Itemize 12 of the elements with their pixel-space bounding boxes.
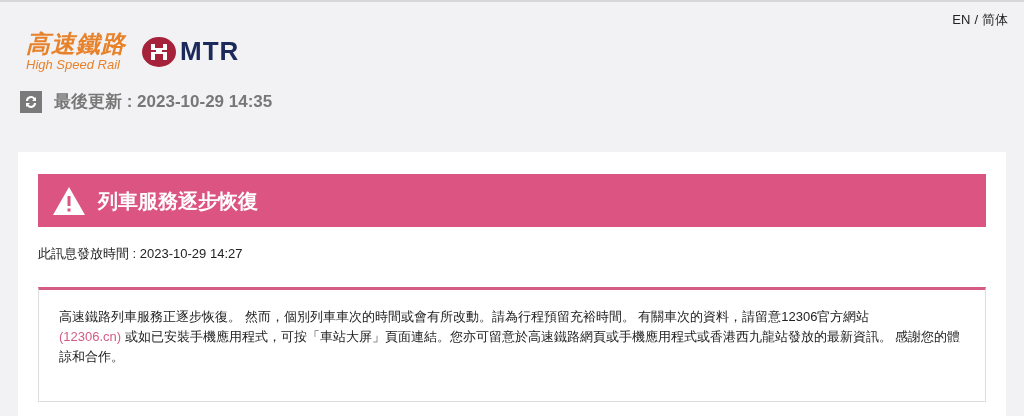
high-speed-rail-logo: 高速鐵路 High Speed Rail [26, 32, 126, 71]
website-link[interactable]: (12306.cn) [59, 328, 122, 344]
separator: / [974, 11, 978, 29]
mtr-logo: MTR [142, 32, 240, 71]
refresh-icon[interactable] [20, 90, 42, 113]
alert-title: 列車服務逐步恢復 [98, 188, 258, 214]
message-text: 高速鐵路列車服務正逐步恢復。 然而，個別列車車次的時間或會有所改動。請為行程預留充裕時間。 有關車次的資料，請留意12306官方網站 (12306.cn) 或如已安裝手機應用程式，可按「車站大屏」頁面連結。您亦可留意於高速鐵路網頁或手機應用程式或香港西九龍站發放的最新資訊。 感謝您的體諒和合作。 [59, 307, 962, 366]
last-updated-text: 最後更新 : 2023-10-29 14:35 [54, 91, 273, 113]
language-link[interactable]: EN [952, 10, 971, 30]
issued-time: 此訊息發放時間 : 2023-10-29 14:27 [38, 245, 244, 263]
language-link[interactable]: 简体 [982, 10, 1008, 30]
warning-icon [52, 185, 86, 216]
